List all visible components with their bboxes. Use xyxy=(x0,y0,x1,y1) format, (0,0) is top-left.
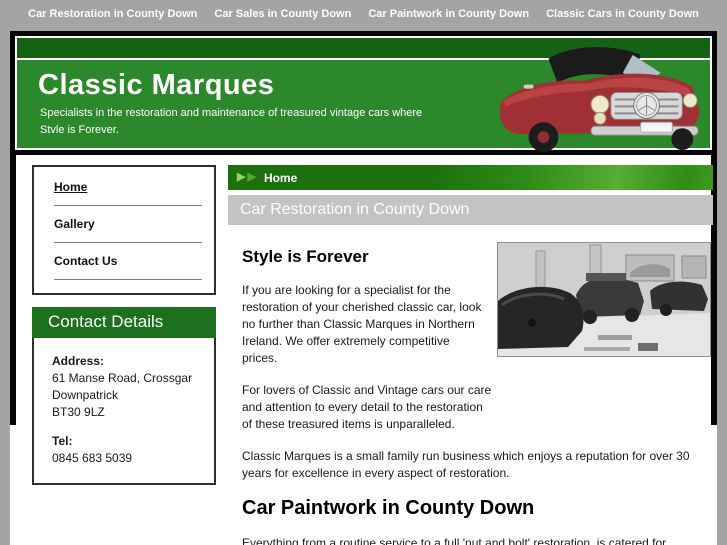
sidebar-item-gallery[interactable]: Gallery xyxy=(54,217,214,231)
toplink-car-paintwork[interactable]: Car Paintwork in County Down xyxy=(368,8,529,20)
contact-details-box: Address: 61 Manse Road, Crossgar Downpat… xyxy=(32,338,216,485)
address-line: 61 Manse Road, Crossgar xyxy=(52,371,193,385)
sidebar-item-home[interactable]: Home xyxy=(54,180,214,194)
tel-label: Tel: xyxy=(52,434,73,448)
breadcrumb-arrow-icon: ▶ xyxy=(247,171,256,183)
article-content: Style is Forever If you are looking for … xyxy=(228,225,713,545)
hero-car-image xyxy=(499,47,700,153)
site-header: Classic Marques Specialists in the resto… xyxy=(15,36,712,153)
top-link-bar: Car Restoration in County Down Car Sales… xyxy=(0,0,727,24)
tagline-line-2: Stvle is Forever. xyxy=(40,124,119,136)
sidebar-nav: Home Gallery Contact Us xyxy=(32,165,216,295)
tel-number: 0845 683 5039 xyxy=(52,451,133,465)
address-label: Address: xyxy=(52,354,105,368)
paragraph: If you are looking for a specialist for … xyxy=(242,283,482,365)
workshop-photo xyxy=(497,242,711,357)
content-row: Home Gallery Contact Us Contact Details … xyxy=(10,155,717,545)
page-wrapper: Classic Marques Specialists in the resto… xyxy=(10,31,717,545)
breadcrumb-home-link[interactable]: Home xyxy=(264,171,297,185)
page-title: Car Restoration in County Down xyxy=(228,195,713,225)
paragraph: Classic Marques is a small family run bu… xyxy=(242,449,690,480)
paragraph: For lovers of Classic and Vintage cars o… xyxy=(242,383,492,431)
header-frame: Classic Marques Specialists in the resto… xyxy=(10,31,717,155)
breadcrumb-arrow-icon: ▶ xyxy=(237,171,246,183)
main-column: ▶ ▶ Home Car Restoration in County Down xyxy=(228,165,713,545)
sidebar-item-contact-us[interactable]: Contact Us xyxy=(54,254,214,268)
section-heading-car-paintwork: Car Paintwork in County Down xyxy=(242,497,535,519)
paragraph: Everything from a routine service to a f… xyxy=(242,536,669,545)
site-tagline: Specialists in the restoration and maint… xyxy=(40,105,422,139)
toplink-classic-cars[interactable]: Classic Cars in County Down xyxy=(546,8,699,20)
contact-details-header: Contact Details xyxy=(32,307,216,338)
nav-divider xyxy=(54,242,202,243)
toplink-car-sales[interactable]: Car Sales in County Down xyxy=(214,8,351,20)
toplink-car-restoration[interactable]: Car Restoration in County Down xyxy=(28,8,197,20)
address-line: Downpatrick xyxy=(52,388,119,402)
address-line: BT30 9LZ xyxy=(52,405,105,419)
nav-divider xyxy=(54,279,202,280)
breadcrumb: ▶ ▶ Home xyxy=(228,165,713,190)
sidebar: Home Gallery Contact Us Contact Details … xyxy=(32,165,216,545)
nav-divider xyxy=(54,205,202,206)
tagline-line-1: Specialists in the restoration and maint… xyxy=(40,107,423,119)
